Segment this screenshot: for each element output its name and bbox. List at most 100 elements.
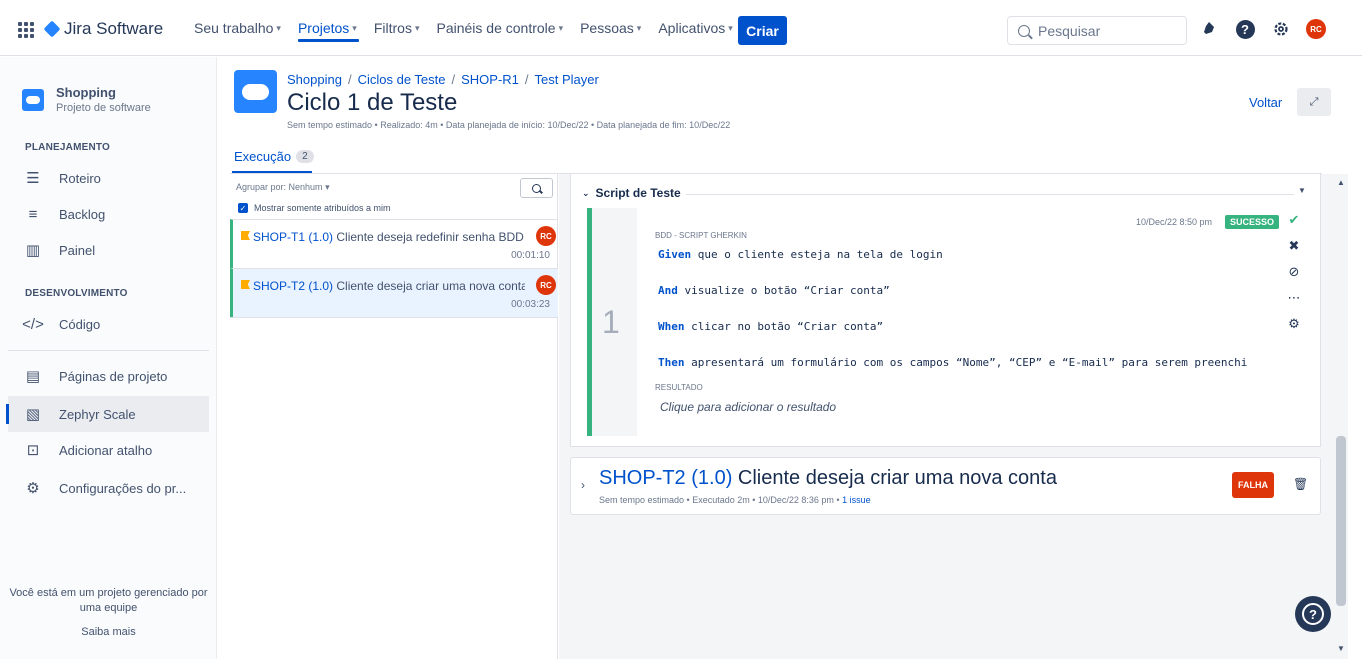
learn-more-link[interactable]: Saiba mais bbox=[0, 626, 217, 638]
back-link[interactable]: Voltar bbox=[1249, 95, 1282, 110]
script-type-label: BDD - SCRIPT GHERKIN bbox=[655, 231, 747, 240]
sidebar-item-configuracoes[interactable]: ⚙ Configurações do pr... bbox=[8, 470, 209, 506]
step-body: 10/Dec/22 8:50 pm SUCESSO BDD - SCRIPT G… bbox=[637, 208, 1283, 436]
fail-x-icon[interactable]: ✖ bbox=[1289, 238, 1300, 254]
help-icon[interactable]: ? bbox=[1234, 18, 1256, 40]
sidebar-item-roteiro[interactable]: ☰ Roteiro bbox=[8, 160, 209, 196]
result-label: RESULTADO bbox=[655, 383, 703, 392]
breadcrumb-test-player[interactable]: Test Player bbox=[535, 72, 599, 87]
scrollbar-thumb[interactable] bbox=[1336, 436, 1346, 606]
project-sidebar: Shopping Projeto de software PLANEJAMENT… bbox=[0, 57, 217, 659]
gherkin-line: Then apresentará um formulário com os ca… bbox=[658, 356, 1248, 369]
user-avatar[interactable]: RC bbox=[1306, 19, 1326, 39]
top-icons: ? RC bbox=[1198, 18, 1326, 40]
trash-icon[interactable]: 🗑 bbox=[1293, 477, 1308, 491]
board-icon: ▥ bbox=[25, 242, 41, 259]
jira-logo[interactable]: Jira Software bbox=[43, 19, 164, 39]
gear-icon: ⚙ bbox=[26, 480, 40, 497]
chevron-down-icon: ▾ bbox=[352, 22, 357, 33]
project-cloud-icon bbox=[22, 88, 44, 111]
chevron-down-icon: ⌄ bbox=[582, 187, 590, 198]
sidebar-footer-text-2: uma equipe bbox=[79, 602, 138, 614]
list-item[interactable]: SHOP-T1 (1.0) Cliente deseja redefinir s… bbox=[230, 219, 558, 268]
gherkin-line: When clicar no botão “Criar conta” bbox=[658, 320, 884, 333]
chevron-down-icon: ▾ bbox=[276, 22, 281, 33]
scrollbar[interactable]: ▲ ▼ bbox=[1334, 174, 1348, 659]
sidebar-item-painel[interactable]: ▥ Painel bbox=[8, 232, 209, 268]
chevron-down-icon: ▾ bbox=[325, 182, 330, 192]
notifications-icon[interactable] bbox=[1198, 18, 1220, 40]
project-name: Shopping bbox=[56, 85, 116, 100]
test-step: 1 10/Dec/22 8:50 pm SUCESSO BDD - SCRIPT… bbox=[587, 208, 1283, 436]
sidebar-item-adicionar-atalho[interactable]: ⊡ Adicionar atalho bbox=[8, 432, 209, 468]
page-meta: Sem tempo estimado • Realizado: 4m • Dat… bbox=[287, 120, 731, 130]
search-icon bbox=[532, 183, 541, 193]
sidebar-item-zephyr[interactable]: ▧ Zephyr Scale bbox=[6, 396, 209, 432]
sidebar-item-paginas[interactable]: ▤ Páginas de projeto bbox=[8, 358, 209, 394]
expand-button[interactable]: ⤢ bbox=[1297, 88, 1331, 116]
sidebar-item-backlog[interactable]: ≡ Backlog bbox=[8, 196, 209, 232]
case-meta: Sem tempo estimado • Executado 2m • 10/D… bbox=[599, 495, 871, 505]
help-icon: ? bbox=[1302, 603, 1324, 625]
result-input[interactable]: Clique para adicionar o resultado bbox=[660, 400, 836, 414]
nav-paineis[interactable]: Painéis de controle ▾ bbox=[436, 0, 570, 56]
roadmap-icon: ☰ bbox=[26, 170, 40, 187]
breadcrumb-release[interactable]: SHOP-R1 bbox=[461, 72, 519, 87]
main-nav: Seu trabalho ▾ Projetos ▾ Filtros ▾ Painéis… bbox=[194, 0, 750, 56]
tab-execucao[interactable]: Execução 2 bbox=[234, 149, 314, 164]
backlog-icon: ≡ bbox=[28, 205, 38, 223]
pages-icon: ▤ bbox=[25, 368, 41, 385]
project-header[interactable]: Shopping Projeto de software bbox=[22, 85, 151, 114]
app-name: Jira Software bbox=[64, 19, 164, 38]
case-title: SHOP-T2 (1.0) Cliente deseja criar uma n… bbox=[599, 467, 1057, 489]
avatar: RC bbox=[536, 275, 556, 295]
list-item[interactable]: SHOP-T2 (1.0) Cliente deseja criar uma n… bbox=[230, 268, 558, 317]
breadcrumb-shopping[interactable]: Shopping bbox=[287, 72, 342, 87]
scroll-up-icon[interactable]: ▲ bbox=[1337, 178, 1345, 187]
status-badge[interactable]: FALHA bbox=[1232, 472, 1274, 498]
blocked-icon[interactable]: ⊘ bbox=[1289, 264, 1300, 280]
nav-projetos[interactable]: Projetos ▾ bbox=[297, 0, 364, 56]
script-header[interactable]: ⌄ Script de Teste bbox=[582, 186, 681, 200]
chevron-down-icon: ▾ bbox=[414, 22, 420, 33]
nav-seu-trabalho[interactable]: Seu trabalho ▾ bbox=[194, 0, 288, 56]
test-case-card[interactable]: › SHOP-T2 (1.0) Cliente deseja criar uma… bbox=[570, 457, 1321, 515]
case-duration: 00:03:23 bbox=[511, 299, 550, 310]
nav-pessoas[interactable]: Pessoas ▾ bbox=[580, 0, 648, 56]
status-badge: SUCESSO bbox=[1225, 215, 1280, 229]
scroll-down-icon[interactable]: ▼ bbox=[1337, 644, 1345, 653]
chevron-down-icon: ▾ bbox=[636, 22, 642, 33]
list-divider bbox=[230, 317, 558, 318]
project-type: Projeto de software bbox=[56, 102, 151, 114]
nav-filtros[interactable]: Filtros ▾ bbox=[374, 0, 427, 56]
expand-icon: ⤢ bbox=[1309, 95, 1319, 108]
nav-aplicativos[interactable]: Aplicativos ▾ bbox=[658, 0, 739, 56]
step-actions: ✔ ✖ ⊘ ⋯ ⚙ bbox=[1282, 212, 1306, 332]
case-duration: 00:01:10 bbox=[511, 250, 550, 261]
create-button[interactable]: Criar bbox=[738, 16, 787, 45]
search-placeholder: Pesquisar bbox=[1038, 22, 1101, 39]
help-button[interactable]: ? bbox=[1295, 596, 1331, 632]
group-by-dropdown[interactable]: Agrupar por: Nenhum ▾ bbox=[236, 182, 330, 193]
sidebar-item-codigo[interactable]: </> Código bbox=[8, 306, 209, 342]
avatar: RC bbox=[536, 226, 556, 246]
search-input[interactable]: Pesquisar bbox=[1007, 16, 1187, 45]
script-header-divider bbox=[686, 194, 1294, 195]
sidebar-footer-text-1: Você está em um projeto gerenciado por bbox=[9, 587, 208, 599]
chevron-down-icon: ▾ bbox=[728, 22, 733, 33]
caret-down-icon[interactable]: ▼ bbox=[1298, 186, 1306, 195]
app-switcher-icon[interactable] bbox=[18, 22, 34, 38]
gear-icon[interactable] bbox=[1270, 18, 1292, 40]
only-mine-checkbox[interactable]: ✓ Mostrar somente atribuídos a mim bbox=[238, 203, 391, 213]
list-search-button[interactable] bbox=[520, 178, 553, 198]
pass-check-icon[interactable]: ✔ bbox=[1289, 212, 1300, 228]
search-icon bbox=[1018, 24, 1030, 37]
breadcrumb-ciclos[interactable]: Ciclos de Teste bbox=[358, 72, 446, 87]
gear-icon[interactable]: ⚙ bbox=[1288, 316, 1300, 332]
more-icon[interactable]: ⋯ bbox=[1288, 290, 1301, 306]
chevron-right-icon[interactable]: › bbox=[581, 478, 585, 492]
gherkin-line: And visualize o botão “Criar conta” bbox=[658, 284, 890, 297]
flag-icon bbox=[241, 231, 250, 240]
sidebar-divider bbox=[8, 350, 209, 351]
issue-link[interactable]: 1 issue bbox=[842, 495, 871, 505]
